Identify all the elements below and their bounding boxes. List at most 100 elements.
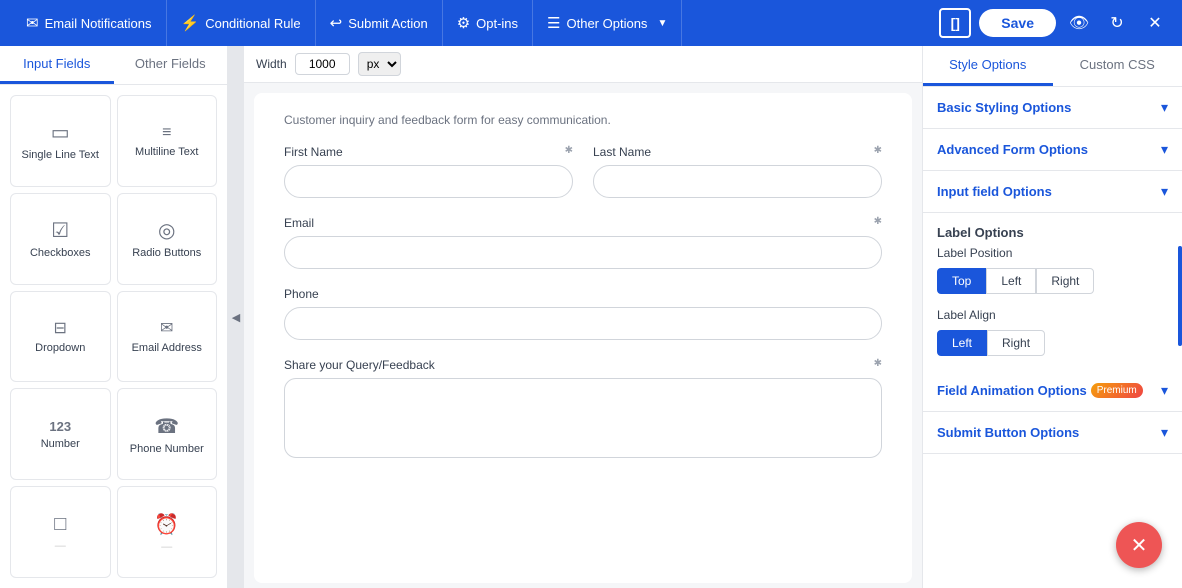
tab-input-fields[interactable]: Input Fields	[0, 46, 114, 84]
position-top-button[interactable]: Top	[937, 268, 986, 294]
position-left-button[interactable]: Left	[986, 268, 1036, 294]
email-label: Email	[284, 216, 314, 230]
field-number-label: Number	[41, 438, 80, 450]
left-tabs: Input Fields Other Fields	[0, 46, 227, 85]
close-button[interactable]: ✕	[1140, 8, 1170, 38]
main-layout: Input Fields Other Fields ▭ Single Line …	[0, 46, 1182, 588]
nav-right-actions: [] Save 👁 ↻ ✕	[939, 8, 1170, 38]
basic-styling-header[interactable]: Basic Styling Options ▾	[923, 87, 1182, 128]
label-align-label: Label Align	[937, 308, 1168, 322]
width-label: Width	[256, 57, 287, 71]
label-options-title: Label Options	[923, 213, 1182, 246]
tab-style-options[interactable]: Style Options	[923, 46, 1053, 86]
submit-button-section: Submit Button Options ▾	[923, 412, 1182, 454]
label-position-group: Top Left Right	[937, 268, 1168, 294]
collapse-arrow-icon: ◀	[232, 311, 240, 324]
basic-styling-title: Basic Styling Options	[937, 100, 1071, 115]
phone-icon: ☎	[154, 414, 179, 439]
form-description: Customer inquiry and feedback form for e…	[284, 113, 882, 127]
other-options-icon: ☰	[547, 14, 560, 32]
field-extra1-label: —	[55, 540, 66, 552]
query-textarea[interactable]	[284, 378, 882, 458]
email-field: Email ✱	[284, 216, 882, 269]
field-animation-title: Field Animation Options	[937, 383, 1087, 398]
form-canvas: Customer inquiry and feedback form for e…	[254, 93, 912, 583]
help-icon: ✕	[1131, 533, 1148, 558]
bracket-button[interactable]: []	[939, 8, 971, 38]
field-radio-buttons[interactable]: ◎ Radio Buttons	[117, 193, 218, 285]
submit-button-header[interactable]: Submit Button Options ▾	[923, 412, 1182, 453]
clock-icon: ⏰	[154, 512, 179, 537]
field-checkboxes-label: Checkboxes	[30, 247, 91, 259]
refresh-button[interactable]: ↻	[1102, 8, 1132, 38]
style-tabs: Style Options Custom CSS	[923, 46, 1182, 87]
premium-badge: Premium	[1091, 383, 1143, 398]
phone-label: Phone	[284, 287, 319, 301]
collapse-handle[interactable]: ◀	[228, 46, 244, 588]
field-phone-number[interactable]: ☎ Phone Number	[117, 388, 218, 480]
submit-icon: ↩	[330, 14, 343, 32]
last-name-field: Last Name ✱	[593, 145, 882, 198]
optins-icon: ⚙	[457, 14, 470, 32]
scrollbar-indicator	[1178, 246, 1182, 346]
input-field-options-title: Input field Options	[937, 184, 1052, 199]
input-field-options-section: Input field Options ▾	[923, 171, 1182, 213]
nav-submit-action[interactable]: ↩ Submit Action	[316, 0, 443, 46]
advanced-form-chevron: ▾	[1161, 141, 1168, 158]
conditional-icon: ⚡	[181, 14, 200, 32]
field-extra2[interactable]: ⏰ —	[117, 486, 218, 578]
unit-select[interactable]: px %	[358, 52, 401, 76]
field-number[interactable]: 123 Number	[10, 388, 111, 480]
field-single-line-text[interactable]: ▭ Single Line Text	[10, 95, 111, 187]
tab-other-fields[interactable]: Other Fields	[114, 46, 228, 84]
field-phone-label: Phone Number	[130, 443, 204, 455]
field-animation-chevron: ▾	[1161, 382, 1168, 399]
nav-other-options[interactable]: ☰ Other Options ▼	[533, 0, 682, 46]
field-dropdown-label: Dropdown	[35, 342, 85, 354]
field-multiline-text[interactable]: ≡ Multiline Text	[117, 95, 218, 187]
top-nav: ✉ Email Notifications ⚡ Conditional Rule…	[0, 0, 1182, 46]
basic-styling-section: Basic Styling Options ▾	[923, 87, 1182, 129]
email-input[interactable]	[284, 236, 882, 269]
field-extra2-label: —	[161, 541, 172, 553]
email-field-icon: ✉	[160, 318, 173, 338]
advanced-form-header[interactable]: Advanced Form Options ▾	[923, 129, 1182, 170]
fields-grid: ▭ Single Line Text ≡ Multiline Text ☑ Ch…	[0, 85, 227, 588]
field-multiline-label: Multiline Text	[135, 146, 198, 158]
nav-email-notifications[interactable]: ✉ Email Notifications	[12, 0, 167, 46]
query-row: Share your Query/Feedback ✱	[284, 358, 882, 461]
first-name-required: ✱	[565, 145, 573, 159]
nav-email-label: Email Notifications	[45, 16, 152, 31]
dropdown-icon: ⊟	[54, 318, 67, 338]
right-panel: Style Options Custom CSS Basic Styling O…	[922, 46, 1182, 588]
last-name-input[interactable]	[593, 165, 882, 198]
phone-field: Phone	[284, 287, 882, 340]
nav-conditional-rule[interactable]: ⚡ Conditional Rule	[167, 0, 316, 46]
first-name-label: First Name	[284, 145, 343, 159]
width-input[interactable]	[295, 53, 350, 75]
save-button[interactable]: Save	[979, 9, 1056, 37]
field-animation-header[interactable]: Field Animation Options Premium ▾	[923, 370, 1182, 411]
align-right-button[interactable]: Right	[987, 330, 1045, 356]
field-dropdown[interactable]: ⊟ Dropdown	[10, 291, 111, 383]
nav-other-label: Other Options	[567, 16, 648, 31]
multiline-icon: ≡	[162, 124, 171, 142]
field-checkboxes[interactable]: ☑ Checkboxes	[10, 193, 111, 285]
label-options: Label Options Label Position Top Left Ri…	[923, 213, 1182, 370]
field-animation-section: Field Animation Options Premium ▾	[923, 370, 1182, 412]
nav-optins-label: Opt-ins	[476, 16, 518, 31]
first-name-input[interactable]	[284, 165, 573, 198]
field-extra1[interactable]: □ —	[10, 486, 111, 578]
help-bubble[interactable]: ✕	[1116, 522, 1162, 568]
tab-custom-css[interactable]: Custom CSS	[1053, 46, 1182, 86]
align-left-button[interactable]: Left	[937, 330, 987, 356]
email-required: ✱	[874, 216, 882, 230]
position-right-button[interactable]: Right	[1036, 268, 1094, 294]
name-row: First Name ✱ Last Name ✱	[284, 145, 882, 198]
nav-optins[interactable]: ⚙ Opt-ins	[443, 0, 533, 46]
input-field-options-header[interactable]: Input field Options ▾	[923, 171, 1182, 212]
field-email-address[interactable]: ✉ Email Address	[117, 291, 218, 383]
field-single-line-label: Single Line Text	[22, 149, 99, 161]
phone-input[interactable]	[284, 307, 882, 340]
preview-button[interactable]: 👁	[1064, 8, 1094, 38]
